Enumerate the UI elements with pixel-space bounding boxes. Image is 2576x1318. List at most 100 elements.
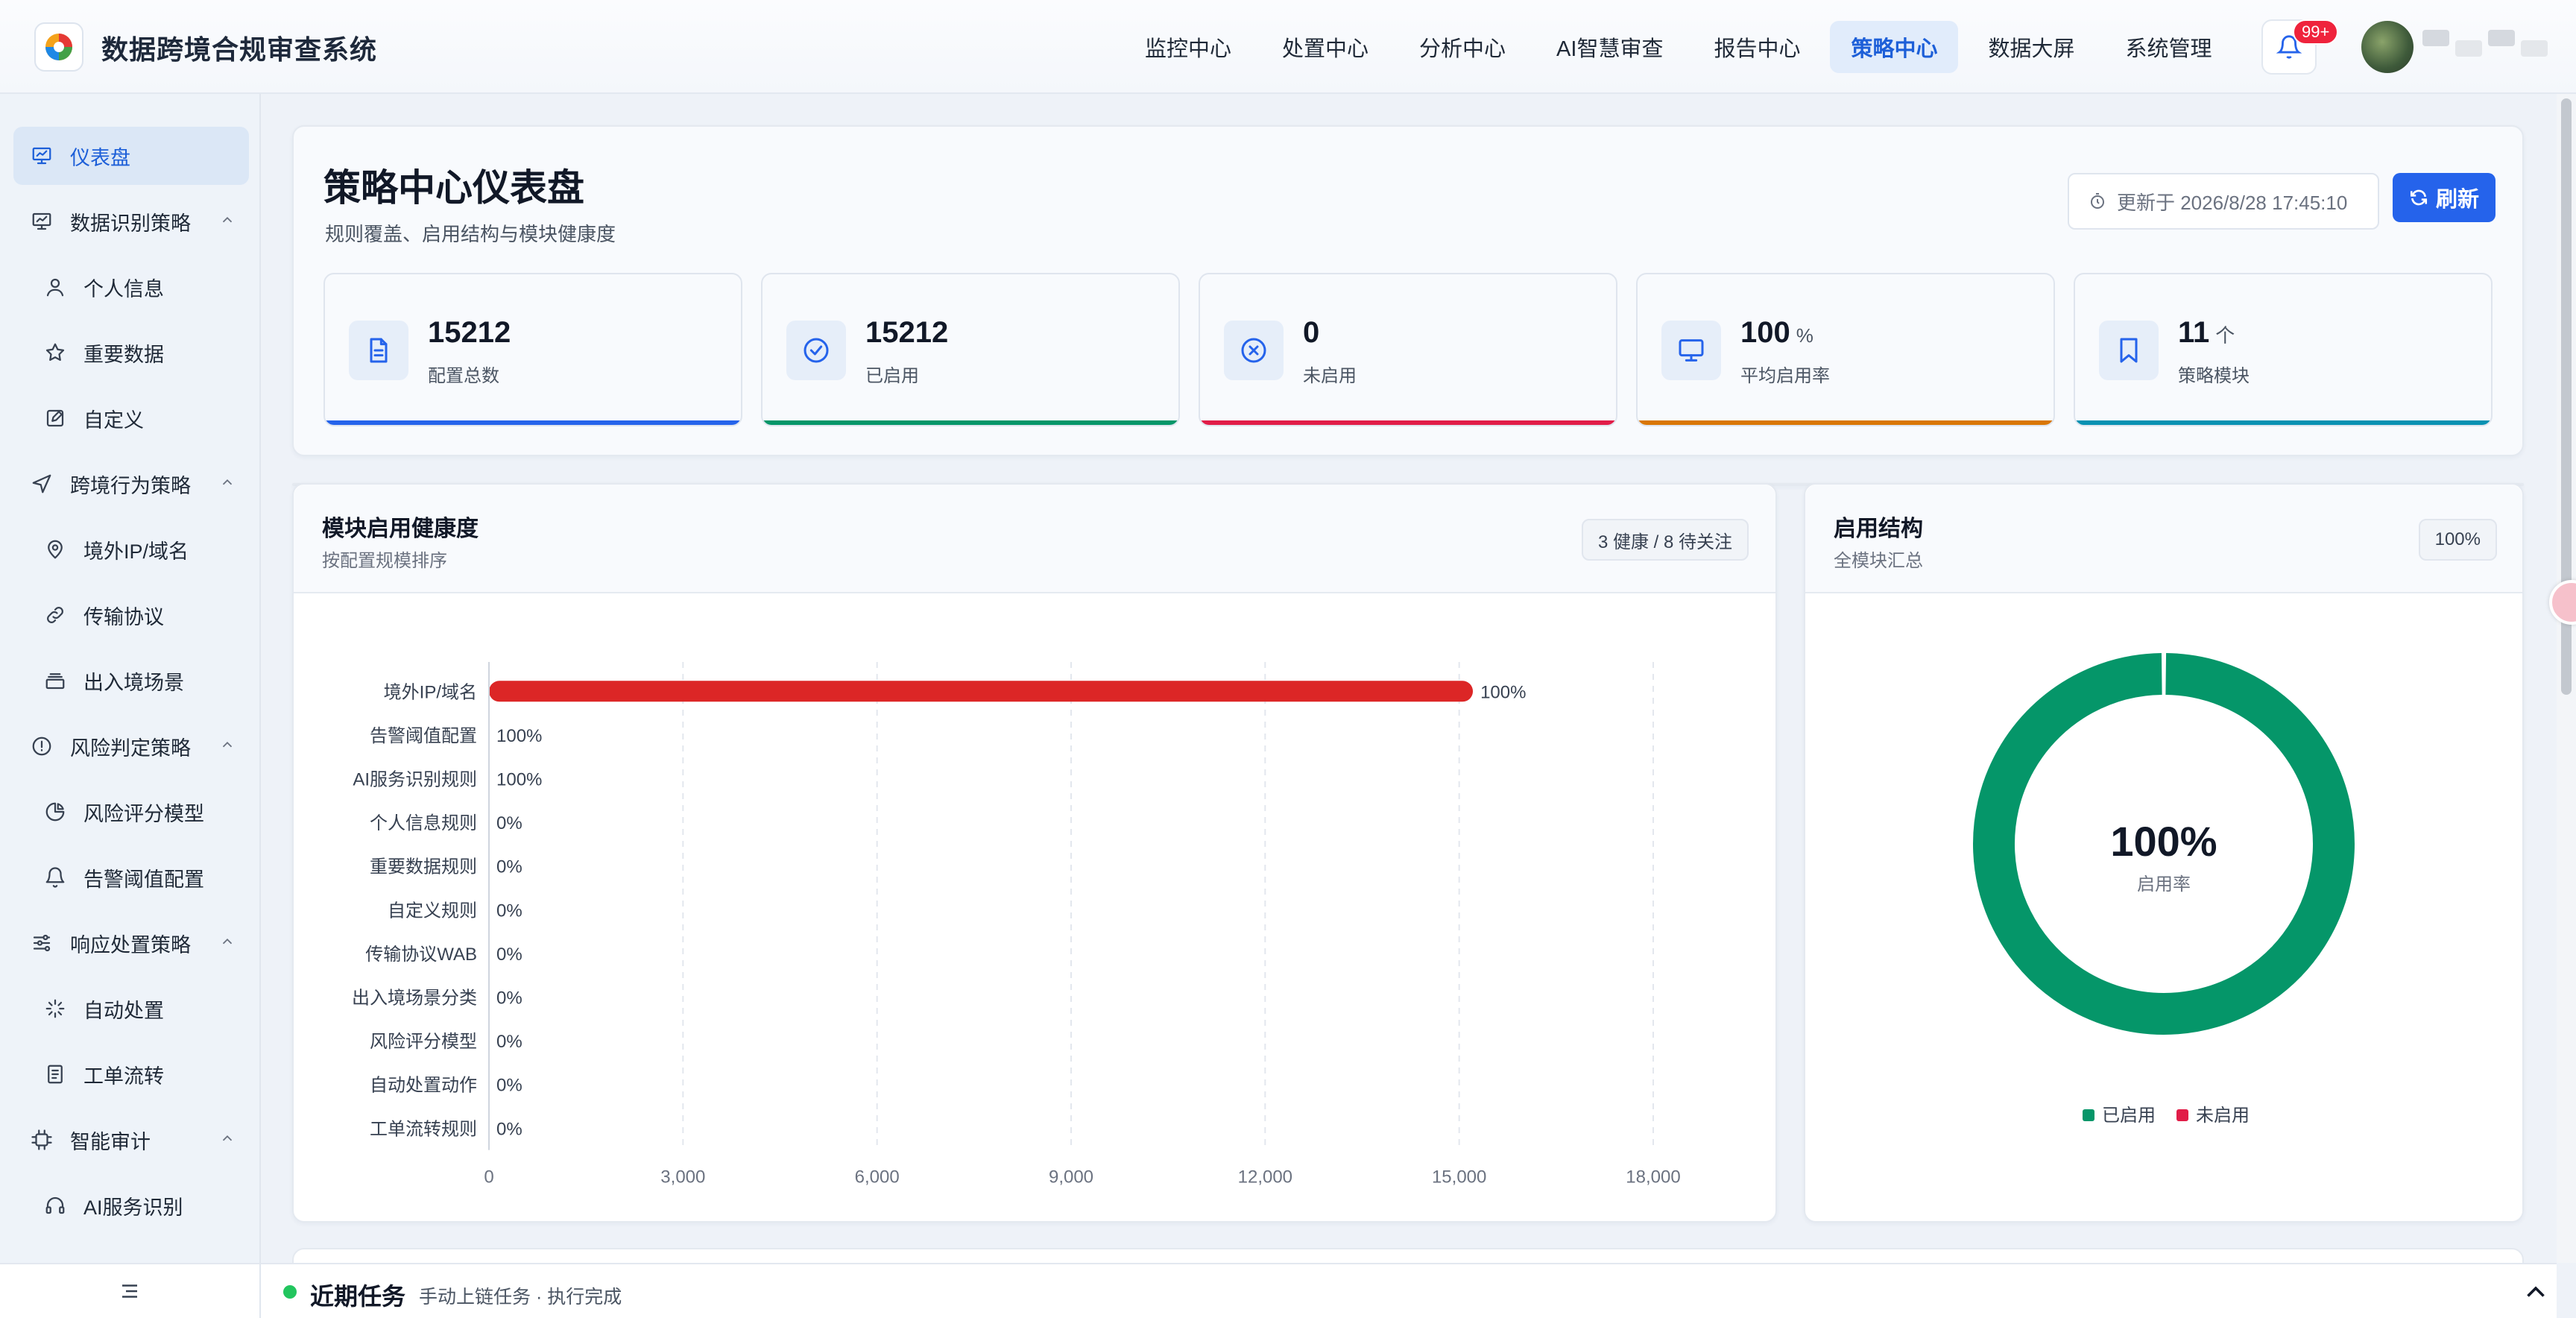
sidebar-item[interactable]: 仪表盘: [13, 127, 249, 185]
sidebar-item[interactable]: 数据识别策略: [13, 192, 249, 250]
chip-icon: [31, 1129, 52, 1150]
sidebar-item-icon: [30, 472, 54, 496]
sidebar-item-icon: [30, 1128, 54, 1152]
sidebar-item[interactable]: 重要数据: [13, 324, 249, 382]
refresh-icon: [2410, 189, 2428, 206]
bookmark-icon: [2120, 338, 2138, 363]
stat-card[interactable]: 15212 已启用: [761, 273, 1180, 426]
x-tick-label: 15,000: [1432, 1167, 1486, 1188]
enable-rate-pill: 100%: [2418, 519, 2497, 561]
sidebar-item[interactable]: 风险判定策略: [13, 717, 249, 775]
sidebar-item[interactable]: 传输协议: [13, 586, 249, 644]
sidebar-item-icon: [43, 1194, 67, 1217]
y-category-label: 告警阈值配置: [370, 726, 477, 746]
chevron-up-icon[interactable]: [2522, 1279, 2549, 1306]
star-icon: [45, 343, 65, 361]
check-circle-icon: [804, 338, 829, 363]
status-dot: [283, 1285, 297, 1299]
stat-value-row: 11 个: [2178, 316, 2235, 350]
bar-data-label: 0%: [496, 1076, 523, 1096]
location-icon: [48, 540, 63, 559]
page-title: 策略中心仪表盘: [323, 167, 584, 209]
module-health-header: 模块启用健康度 按配置规模排序 3 健康 / 8 待关注: [294, 485, 1775, 593]
stat-label: 已启用: [865, 366, 919, 386]
y-category-label: AI服务识别规则: [353, 770, 477, 790]
updated-timestamp: 更新于 2026/8/28 17:45:10: [2068, 173, 2379, 230]
topnav-item[interactable]: 分析中心: [1398, 21, 1527, 73]
legend-label[interactable]: 已启用: [2102, 1106, 2156, 1126]
sidebar-item-icon: [30, 931, 54, 955]
refresh-button[interactable]: 刷新: [2393, 173, 2496, 222]
topnav-item[interactable]: AI智慧审查: [1535, 21, 1684, 73]
bar-data-label: 0%: [496, 857, 523, 877]
sidebar-item[interactable]: 工单流转: [13, 1045, 249, 1103]
sidebar-item[interactable]: 告警阈值配置: [13, 848, 249, 906]
floating-assistant-button[interactable]: [2549, 580, 2576, 625]
topnav-item[interactable]: 数据大屏: [1967, 21, 2095, 73]
y-category-label: 传输协议WAB: [365, 945, 477, 965]
user-name-redacted[interactable]: [2422, 30, 2548, 57]
sidebar-item-label: 响应处置策略: [70, 933, 191, 956]
chevron-up-icon: [222, 1135, 233, 1141]
topnav-item[interactable]: 报告中心: [1693, 21, 1821, 73]
top-nav: 监控中心 处置中心 分析中心 AI智慧审查 报告中心 策略中心 数据大屏 系统管理: [1124, 21, 2233, 73]
page-scrollbar[interactable]: [2557, 94, 2576, 1263]
bar-data-label: 100%: [496, 770, 542, 790]
bar-data-label: 0%: [496, 901, 523, 921]
sidebar-item[interactable]: 出入境场景: [13, 652, 249, 710]
sidebar-item-label: 风险评分模型: [83, 802, 204, 825]
stat-card[interactable]: 0 未启用: [1199, 273, 1617, 426]
x-tick-label: 0: [484, 1167, 493, 1188]
app-logo[interactable]: [34, 22, 83, 72]
enable-structure-subtitle: 全模块汇总: [1834, 551, 1923, 571]
sidebar-item-icon: [43, 669, 67, 693]
sidebar-item-label: 传输协议: [83, 605, 164, 628]
bar-data-label: 100%: [496, 726, 542, 746]
legend-label[interactable]: 未启用: [2196, 1106, 2250, 1126]
sidebar-item-label: 重要数据: [83, 343, 164, 366]
y-category-label: 出入境场景分类: [352, 988, 477, 1009]
stat-label: 配置总数: [428, 366, 499, 386]
sidebar-item-label: 仪表盘: [70, 146, 130, 169]
sidebar-item-icon: [43, 341, 67, 365]
topnav-item[interactable]: 系统管理: [2105, 21, 2233, 73]
stat-card[interactable]: 100% 平均启用率: [1636, 273, 2055, 426]
stat-value-row: 100%: [1740, 316, 1813, 350]
sidebar-item-label: 个人信息: [83, 277, 164, 300]
sidebar-item-icon: [30, 209, 54, 233]
sidebar-item[interactable]: 风险评分模型: [13, 783, 249, 841]
sidebar-item-icon: [43, 997, 67, 1021]
module-health-title: 模块启用健康度: [322, 517, 479, 541]
menu-icon: [122, 1284, 137, 1298]
sidebar-item[interactable]: 自动处置: [13, 980, 249, 1038]
topnav-item[interactable]: 策略中心: [1830, 21, 1959, 73]
y-category-label: 重要数据规则: [370, 857, 477, 877]
sidebar-collapse-button[interactable]: [0, 1263, 261, 1318]
bar[interactable]: [489, 681, 1474, 702]
stat-accent-bar: [325, 420, 741, 425]
stat-value: 11: [2178, 316, 2210, 349]
sidebar-item[interactable]: AI服务识别: [13, 1176, 249, 1235]
stat-card[interactable]: 11 个 策略模块: [2074, 273, 2493, 426]
sidebar-item-icon: [43, 275, 67, 299]
dashboard-icon: [32, 147, 51, 165]
loader-icon: [45, 999, 65, 1018]
recent-tasks-bar[interactable]: 近期任务 手动上链任务 · 执行完成: [261, 1263, 2557, 1318]
sidebar-item[interactable]: 境外IP/域名: [13, 520, 249, 578]
stat-accent-bar: [2075, 420, 2491, 425]
sliders-icon: [33, 934, 51, 952]
stat-value-row: 15212: [428, 316, 517, 350]
sidebar-item[interactable]: 跨境行为策略: [13, 455, 249, 513]
topnav-item[interactable]: 处置中心: [1261, 21, 1389, 73]
stat-label: 未启用: [1303, 366, 1357, 386]
sidebar-item-icon: [43, 406, 67, 430]
avatar[interactable]: [2361, 21, 2414, 73]
y-category-label: 自动处置动作: [370, 1076, 477, 1096]
topnav-item[interactable]: 监控中心: [1124, 21, 1252, 73]
sidebar-item[interactable]: 响应处置策略: [13, 914, 249, 972]
sidebar-item[interactable]: 自定义: [13, 389, 249, 447]
sidebar-item[interactable]: 个人信息: [13, 258, 249, 316]
dashboard-header: 策略中心仪表盘 规则覆盖、启用结构与模块健康度 更新于 2026/8/28 17…: [292, 125, 2524, 456]
sidebar-item[interactable]: 智能审计: [13, 1111, 249, 1169]
stat-card[interactable]: 15212 配置总数: [323, 273, 742, 426]
